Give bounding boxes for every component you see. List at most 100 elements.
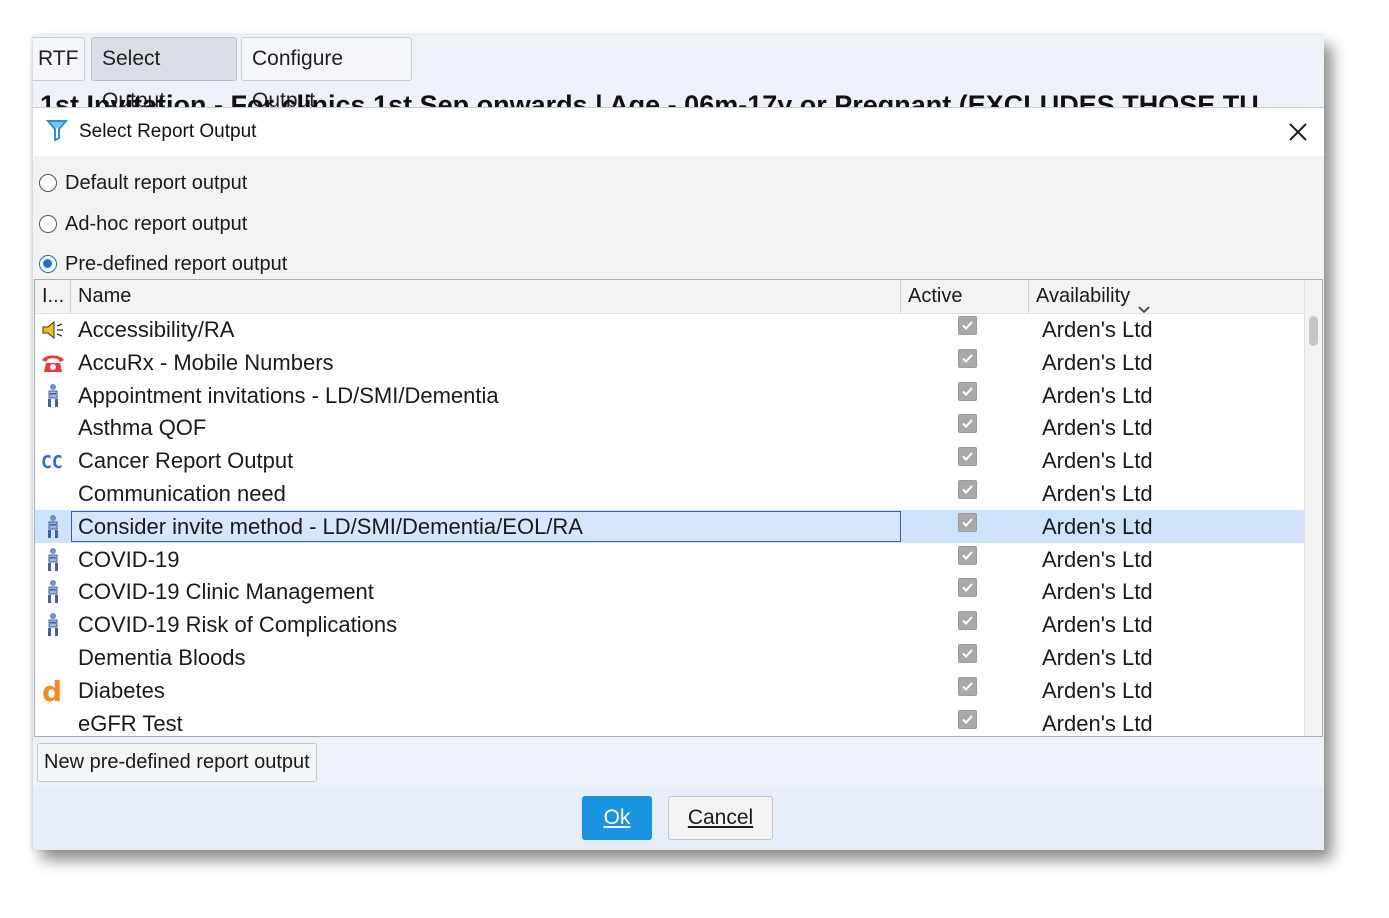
row-name: Diabetes [78, 677, 165, 703]
radio-adhoc-output[interactable]: Ad-hoc report output [39, 209, 247, 239]
row-availability: Arden's Ltd [1042, 382, 1153, 408]
active-checkbox[interactable] [958, 479, 977, 499]
radio-button[interactable] [39, 215, 57, 233]
cc-icon: CC [40, 448, 66, 474]
cancel-button[interactable]: Cancel [668, 796, 773, 840]
column-header-availability[interactable]: Availability [1029, 280, 1306, 313]
radio-default-output[interactable]: Default report output [39, 168, 247, 198]
table-row[interactable]: COVID-19 Risk of Complications Arden's Lt… [35, 608, 1306, 641]
row-availability: Arden's Ltd [1042, 546, 1153, 572]
phone-icon [40, 350, 66, 376]
row-availability: Arden's Ltd [1042, 480, 1153, 506]
table-row[interactable]: eGFR Test Arden's Ltd [35, 707, 1306, 736]
table-row[interactable]: d Diabetes Arden's Ltd [35, 674, 1306, 707]
row-availability: Arden's Ltd [1042, 579, 1153, 605]
table-row[interactable]: Asthma QOF Arden's Ltd [35, 411, 1306, 444]
active-checkbox[interactable] [958, 611, 977, 631]
row-name: Cancer Report Output [78, 448, 294, 474]
close-icon[interactable] [1284, 118, 1312, 146]
active-checkbox[interactable] [958, 381, 977, 401]
row-name: Consider invite method - LD/SMI/Dementia… [78, 513, 583, 539]
active-checkbox[interactable] [958, 348, 977, 368]
row-name: Accessibility/RA [78, 317, 235, 342]
table-row[interactable]: COVID-19 Arden's Ltd [35, 543, 1306, 576]
tab-select-output[interactable]: Select Output [91, 37, 237, 112]
dialog-titlebar: Select Report Output [33, 108, 1324, 156]
row-name: COVID-19 [78, 546, 180, 572]
person-group-icon [40, 547, 66, 573]
row-availability: Arden's Ltd [1042, 612, 1153, 638]
radio-label: Default report output [65, 171, 248, 194]
grid-header: I... Name Active Availability [35, 280, 1322, 314]
app-window: RTF Select Output Configure Output 1st I… [33, 35, 1324, 850]
row-name: Appointment invitations - LD/SMI/Dementi… [78, 382, 499, 408]
table-row[interactable]: CC Cancer Report Output Arden's Ltd [35, 444, 1306, 477]
row-availability: Arden's Ltd [1042, 677, 1153, 703]
person-group-icon [40, 514, 66, 540]
ok-button[interactable]: Ok [582, 796, 652, 840]
report-output-grid: I... Name Active Availability Accessibil… [34, 279, 1323, 737]
empty-icon-cell [40, 645, 66, 671]
table-row[interactable]: AccuRx - Mobile Numbers Arden's Ltd [35, 346, 1306, 379]
active-checkbox[interactable] [958, 447, 977, 467]
tab-rtf[interactable]: RTF [33, 37, 85, 81]
row-name: AccuRx - Mobile Numbers [78, 349, 334, 375]
row-availability: Arden's Ltd [1042, 644, 1153, 670]
chevron-down-icon [1138, 292, 1150, 313]
new-predefined-output-button[interactable]: New pre-defined report output [37, 743, 317, 782]
row-name: Asthma QOF [78, 415, 207, 441]
radio-button-checked[interactable] [39, 255, 57, 273]
select-report-output-dialog: Select Report Output Default report outp… [33, 107, 1324, 850]
row-availability: Arden's Ltd [1042, 317, 1153, 342]
person-group-icon [40, 579, 66, 605]
row-availability: Arden's Ltd [1042, 415, 1153, 441]
active-checkbox[interactable] [958, 316, 977, 335]
row-name: COVID-19 Clinic Management [78, 579, 374, 605]
radio-label: Ad-hoc report output [65, 212, 248, 235]
row-availability: Arden's Ltd [1042, 349, 1153, 375]
table-row[interactable]: Consider invite method - LD/SMI/Dementia… [35, 509, 1306, 543]
table-row[interactable]: Appointment invitations - LD/SMI/Dementi… [35, 379, 1306, 412]
grid-rows: Accessibility/RA Arden's Ltd AccuRx - Mobi… [35, 313, 1306, 736]
row-availability: Arden's Ltd [1042, 448, 1153, 474]
person-group-icon [40, 383, 66, 409]
table-row[interactable]: Communication need Arden's Ltd [35, 477, 1306, 510]
diabetes-d-icon: d [40, 678, 66, 704]
table-row[interactable]: Dementia Bloods Arden's Ltd [35, 641, 1306, 674]
empty-icon-cell [40, 481, 66, 507]
active-checkbox[interactable] [958, 676, 977, 696]
active-checkbox[interactable] [958, 643, 977, 663]
svg-text:CC: CC [41, 452, 63, 472]
vertical-scrollbar[interactable] [1304, 280, 1322, 736]
report-heading: 1st Invitation - For clinics 1st Sep onw… [40, 90, 1259, 109]
background-toolbar: RTF Select Output Configure Output 1st I… [33, 35, 1324, 112]
row-name: Dementia Bloods [78, 644, 246, 670]
empty-icon-cell [40, 415, 66, 441]
tab-configure-output[interactable]: Configure Output [241, 37, 412, 112]
row-name: eGFR Test [78, 710, 183, 736]
availability-label: Availability [1036, 285, 1131, 307]
radio-label: Pre-defined report output [65, 252, 288, 275]
column-header-active[interactable]: Active [901, 280, 1029, 313]
row-name: Communication need [78, 480, 286, 506]
empty-icon-cell [40, 711, 66, 736]
active-checkbox[interactable] [958, 709, 977, 729]
scrollbar-thumb[interactable] [1309, 316, 1318, 346]
person-group-icon [40, 612, 66, 638]
filter-funnel-icon [45, 118, 69, 142]
active-checkbox[interactable] [958, 545, 977, 565]
active-checkbox[interactable] [958, 414, 977, 434]
table-row[interactable]: COVID-19 Clinic Management Arden's Ltd [35, 575, 1306, 608]
row-availability: Arden's Ltd [1042, 710, 1153, 736]
table-row[interactable]: Accessibility/RA Arden's Ltd [35, 313, 1306, 346]
active-checkbox[interactable] [958, 512, 977, 532]
row-availability: Arden's Ltd [1042, 513, 1153, 539]
column-header-name[interactable]: Name [71, 280, 901, 313]
radio-predefined-output[interactable]: Pre-defined report output [39, 249, 287, 279]
radio-button[interactable] [39, 174, 57, 192]
output-type-options: Default report output Ad-hoc report outp… [33, 156, 1324, 279]
active-checkbox[interactable] [958, 578, 977, 598]
column-header-icon[interactable]: I... [35, 280, 71, 313]
dialog-footer: Ok Cancel [33, 788, 1324, 850]
dialog-title: Select Report Output [79, 121, 257, 142]
